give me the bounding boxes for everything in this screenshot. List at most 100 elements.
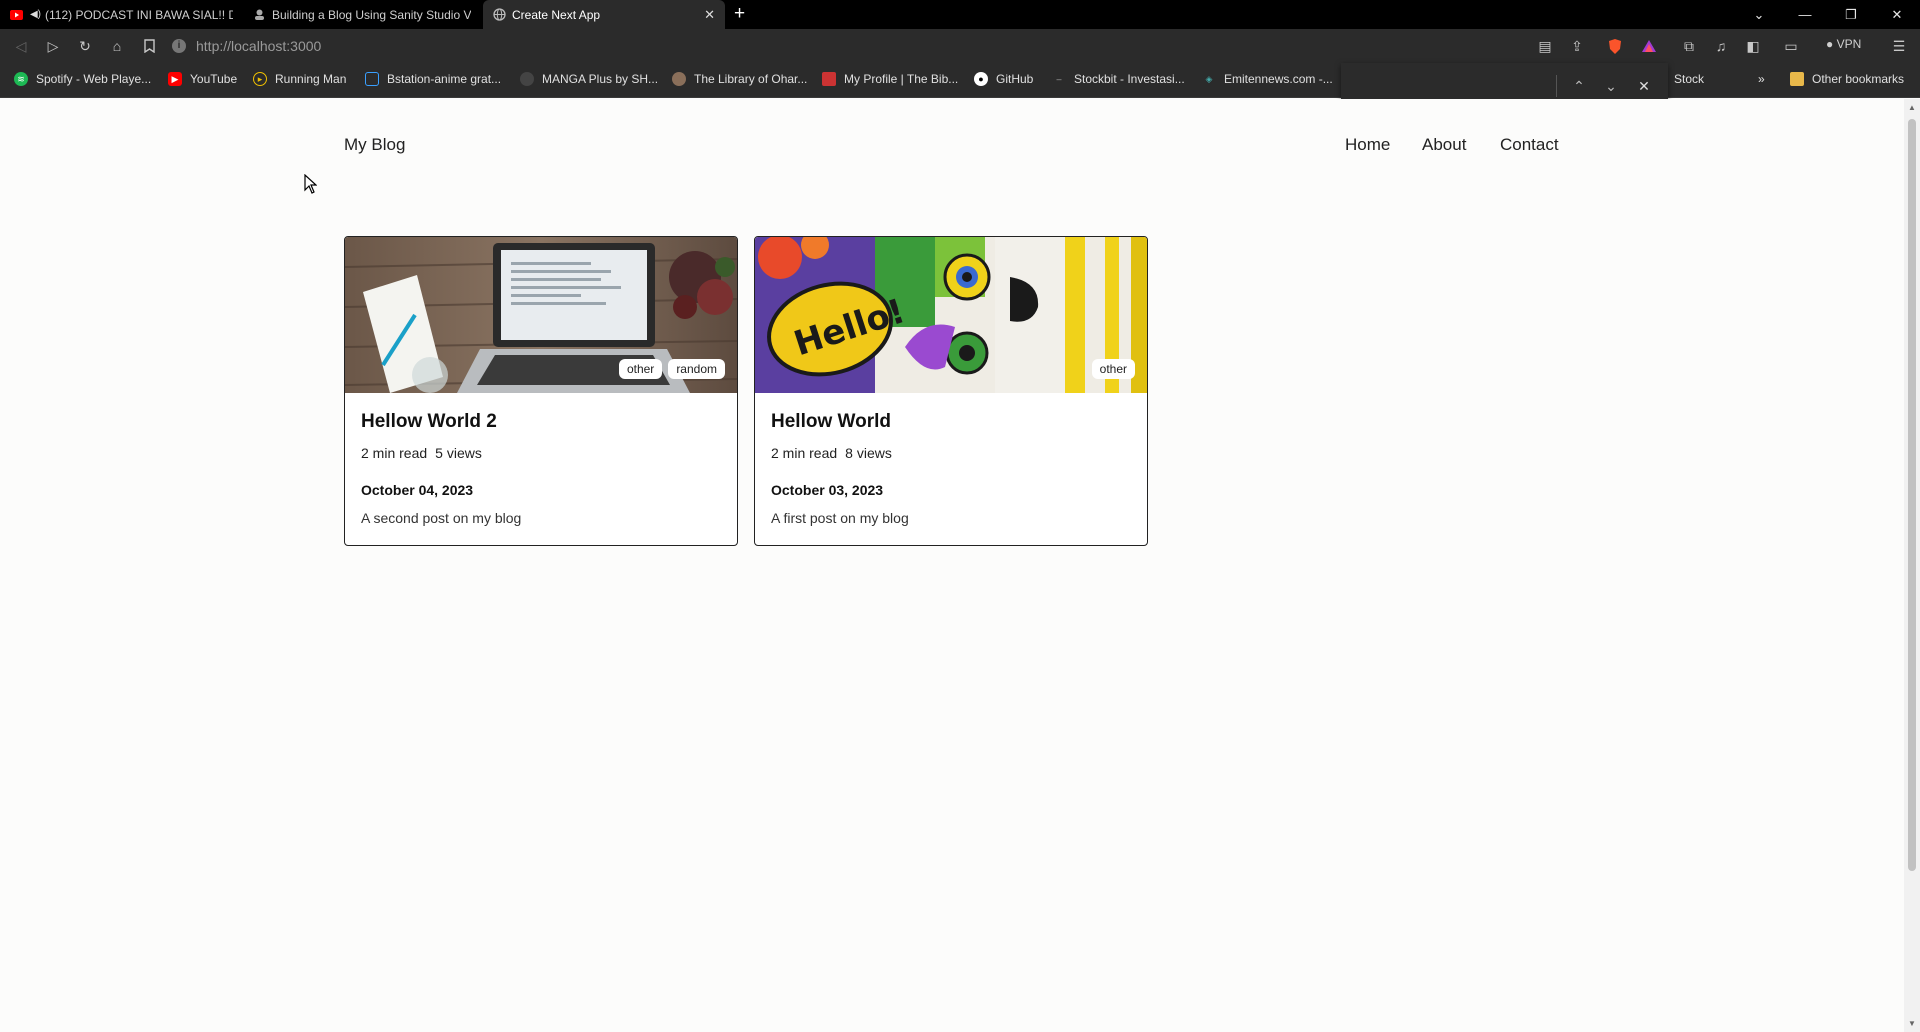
bookmark-label: Bstation-anime grat... (387, 72, 502, 86)
url-text: http://localhost:3000 (196, 38, 322, 54)
minimize-button[interactable]: — (1782, 0, 1828, 29)
bookmark-label: Stockbit - Investasi... (1074, 72, 1185, 86)
tv-icon (365, 72, 379, 86)
bookmark-label: MANGA Plus by SH... (542, 72, 659, 86)
bookmark-label: The Library of Ohar... (694, 72, 808, 86)
tag-badge[interactable]: other (1091, 359, 1135, 379)
tag-badge[interactable]: random (668, 359, 725, 379)
page-scrollbar[interactable]: ▲ ▼ (1904, 99, 1920, 1032)
bookmark-profile[interactable]: My Profile | The Bib... (822, 72, 958, 86)
view-count: 8 views (845, 445, 892, 461)
bookmark-spotify[interactable]: ≋ Spotify - Web Playe... (14, 72, 151, 86)
reader-mode-icon[interactable]: ▤ (1536, 37, 1554, 55)
bookmark-bstation[interactable]: Bstation-anime grat... (365, 72, 501, 86)
tab-label: Building a Blog Using Sanity Studio V (272, 7, 472, 22)
reload-button[interactable]: ↻ (76, 37, 94, 55)
bible-icon (822, 72, 836, 86)
find-close-button[interactable]: ✕ (1633, 75, 1655, 97)
read-time: 2 min read (771, 445, 838, 461)
back-button[interactable]: ◁ (12, 37, 30, 55)
vpn-button[interactable]: ● VPN (1826, 37, 1861, 51)
bookmark-button[interactable] (140, 37, 158, 55)
github-icon: ● (974, 72, 988, 86)
bookmark-youtube[interactable]: ▶ YouTube (168, 72, 237, 86)
bookmark-stockbit[interactable]: ‒ Stockbit - Investasi... (1052, 72, 1185, 86)
tag-badge[interactable]: other (618, 359, 663, 379)
bookmark-label: My Profile | The Bib... (844, 72, 959, 86)
address-bar[interactable]: i http://localhost:3000 (172, 33, 1572, 59)
post-card[interactable]: other random Hellow World 2 2 min read 5 … (344, 236, 738, 546)
scroll-up-icon[interactable]: ▲ (1908, 103, 1916, 112)
sidebar-icon[interactable]: ◧ (1744, 37, 1762, 55)
new-tab-button[interactable]: + (734, 4, 745, 24)
speaker-icon[interactable]: ◀) (29, 8, 42, 21)
post-description: A second post on my blog (361, 510, 522, 526)
post-title[interactable]: Hellow World 2 (361, 411, 497, 433)
more-bookmarks-icon[interactable]: » (1758, 72, 1765, 86)
bookmark-label: Running Man (275, 72, 347, 86)
bookmark-label: Spotify - Web Playe... (36, 72, 152, 86)
brave-shield-icon[interactable] (1606, 37, 1624, 55)
post-tags: other (1091, 359, 1135, 379)
site-brand[interactable]: My Blog (344, 135, 405, 155)
tab-label: (112) PODCAST INI BAWA SIAL!! D (45, 7, 233, 22)
nav-about[interactable]: About (1422, 135, 1466, 155)
post-card[interactable]: Hello! other Hellow World 2 min read 8 vi… (754, 236, 1148, 546)
stockbit-icon: ‒ (1056, 74, 1062, 84)
page-content: My Blog Home About Contact other random … (0, 99, 1904, 1032)
read-time: 2 min read (361, 445, 428, 461)
share-icon[interactable]: ⇪ (1568, 37, 1586, 55)
bookmark-manga-plus[interactable]: MANGA Plus by SH... (520, 72, 658, 86)
bookmark-stock[interactable]: Stock (1674, 72, 1704, 86)
bookmark-github[interactable]: ● GitHub (974, 72, 1033, 86)
restore-button[interactable]: ❐ (1828, 0, 1874, 29)
post-cover-image: Hello! (755, 237, 1147, 393)
tab-youtube-podcast[interactable]: ◀) (112) PODCAST INI BAWA SIAL!! D (0, 0, 243, 29)
find-previous-button[interactable]: ⌃ (1568, 75, 1590, 97)
post-date: October 03, 2023 (771, 482, 884, 498)
bookmark-label: YouTube (190, 72, 238, 86)
library-icon (672, 72, 686, 86)
bookmark-library[interactable]: The Library of Ohar... (672, 72, 807, 86)
tab-sanity-blog[interactable]: Building a Blog Using Sanity Studio V (243, 0, 483, 29)
other-bookmarks-label: Other bookmarks (1812, 72, 1905, 86)
site-info-icon[interactable]: i (172, 39, 186, 53)
brave-rewards-icon[interactable] (1640, 37, 1658, 55)
youtube-icon: ▶ (168, 72, 182, 86)
forward-button[interactable]: ▷ (44, 37, 62, 55)
bookmark-running-man[interactable]: ▸ Running Man (253, 72, 346, 86)
nav-home[interactable]: Home (1345, 135, 1390, 155)
other-bookmarks[interactable]: Other bookmarks (1790, 72, 1904, 86)
globe-icon (493, 8, 506, 21)
close-window-button[interactable]: ✕ (1874, 0, 1920, 29)
bookmark-label: Emitennews.com -... (1224, 72, 1333, 86)
tab-search-icon[interactable]: ⌄ (1736, 0, 1782, 29)
nav-contact[interactable]: Contact (1500, 135, 1559, 155)
extensions-icon[interactable]: ⧉ (1680, 37, 1698, 55)
post-date: October 04, 2023 (361, 482, 474, 498)
youtube-icon (10, 8, 23, 21)
folder-icon (1790, 72, 1804, 86)
post-title[interactable]: Hellow World (771, 411, 891, 433)
tab-strip: ◀) (112) PODCAST INI BAWA SIAL!! D Build… (0, 0, 1920, 29)
tab-create-next-app[interactable]: Create Next App ✕ (483, 0, 725, 29)
post-description: A first post on my blog (771, 510, 909, 526)
find-divider (1556, 75, 1557, 97)
wallet-icon[interactable]: ▭ (1782, 37, 1800, 55)
mouse-cursor-icon (304, 173, 318, 199)
home-button[interactable]: ⌂ (108, 37, 126, 55)
scrollbar-thumb[interactable] (1908, 119, 1916, 871)
find-next-button[interactable]: ⌄ (1600, 75, 1622, 97)
tab-label: Create Next App (512, 7, 601, 22)
menu-icon[interactable]: ☰ (1890, 37, 1908, 55)
scroll-down-icon[interactable]: ▼ (1908, 1019, 1916, 1028)
vpn-label: VPN (1836, 37, 1862, 51)
media-icon[interactable]: ♫ (1712, 37, 1730, 55)
page-icon (253, 8, 266, 21)
spotify-icon: ≋ (14, 72, 28, 86)
close-tab-icon[interactable]: ✕ (704, 7, 715, 23)
post-meta: 2 min read 8 views (771, 445, 892, 461)
post-tags: other random (618, 359, 725, 379)
bookmark-emitennews[interactable]: ◈ Emitennews.com -... (1202, 72, 1333, 86)
play-circle-icon: ▸ (253, 72, 267, 86)
